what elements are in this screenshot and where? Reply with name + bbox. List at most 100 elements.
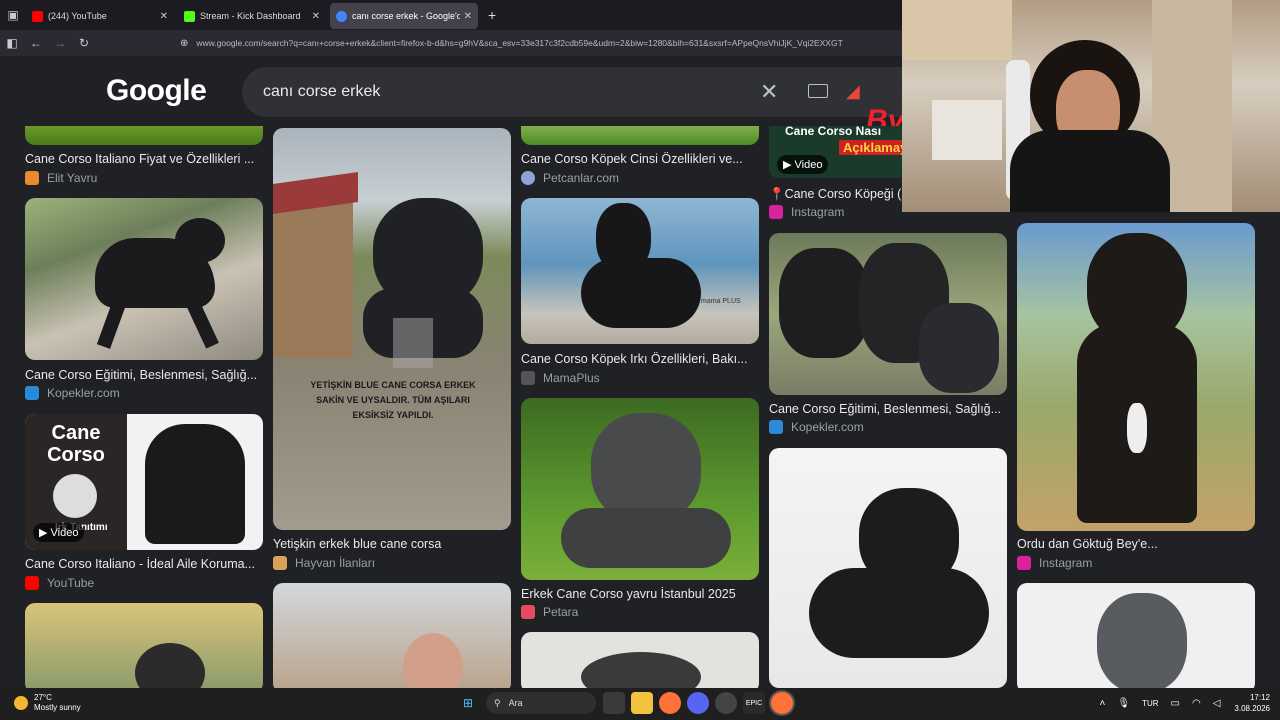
clock[interactable]: 17:12 3.08.2026 [1234, 692, 1270, 714]
source-label: Instagram [1039, 556, 1093, 570]
sun-icon [14, 696, 28, 710]
sidebar-icon[interactable]: ◧ [0, 36, 24, 50]
new-tab-icon[interactable]: + [488, 7, 496, 23]
weather-label: Mostly sunny [34, 703, 81, 712]
source-label: Kopekler.com [47, 386, 120, 400]
source-label: Elit Yavru [47, 171, 98, 185]
site-icon [769, 420, 783, 434]
source-label: MamaPlus [543, 371, 600, 385]
source-label: Petara [543, 605, 579, 619]
result-caption[interactable]: Cane Corso Italiano Fiyat ve Özellikleri… [25, 152, 263, 166]
result-caption[interactable]: Yetişkin erkek blue cane corsa [273, 537, 511, 551]
result-source[interactable]: Instagram [769, 205, 844, 219]
volume-icon[interactable]: ◁ [1213, 698, 1221, 709]
tab-youtube[interactable]: (244) YouTube ✕ [26, 3, 174, 29]
result-image[interactable]: YETİŞKİN BLUE CANE CORSA ERKEK SAKİN VE … [273, 128, 511, 530]
thumb-title: Cane Corso [47, 422, 105, 466]
result-source[interactable]: Petcanlar.com [521, 171, 619, 185]
result-source[interactable]: MamaPlus [521, 371, 600, 385]
result-image[interactable] [25, 603, 263, 688]
keyboard-icon[interactable] [808, 84, 828, 98]
display-icon[interactable]: ▭ [1171, 698, 1180, 709]
result-image[interactable] [25, 198, 263, 360]
app-icon[interactable] [715, 692, 737, 714]
result-source[interactable]: Petara [521, 605, 578, 619]
instagram-icon [769, 205, 783, 219]
result-caption[interactable]: Cane Corso Köpek Irkı Özellikleri, Bakı.… [521, 352, 759, 366]
tab-list-icon[interactable]: ▣ [0, 0, 26, 30]
close-icon[interactable]: ✕ [464, 11, 472, 22]
discord-icon[interactable] [687, 692, 709, 714]
result-caption[interactable]: Cane Corso Eğitimi, Beslenmesi, Sağlığ..… [769, 402, 1007, 416]
chevron-up-icon[interactable]: ˄ [1100, 698, 1106, 709]
watermark: mama PLUS [701, 298, 741, 305]
clear-icon[interactable]: ✕ [760, 79, 778, 105]
tab-title: (244) YouTube [48, 11, 107, 21]
temperature: 27°C [34, 693, 52, 702]
tab-kick[interactable]: Stream - Kick Dashboard ✕ [178, 3, 326, 29]
language-indicator[interactable]: TUR [1142, 699, 1158, 708]
result-image[interactable] [521, 632, 759, 688]
tab-title: Stream - Kick Dashboard [200, 11, 301, 21]
mic-icon[interactable]: 🎙 [1117, 698, 1130, 709]
result-image[interactable]: mama PLUS [521, 198, 759, 344]
result-caption[interactable]: Ordu dan Göktuğ Bey'e... [1017, 537, 1255, 551]
result-source[interactable]: Elit Yavru [25, 171, 97, 185]
lens-icon[interactable]: ◢ [846, 81, 860, 102]
result-image[interactable] [769, 233, 1007, 395]
youtube-icon [32, 10, 43, 22]
result-source[interactable]: Kopekler.com [769, 420, 864, 434]
folder-icon[interactable] [631, 692, 653, 714]
site-icon [521, 371, 535, 385]
source-label: Kopekler.com [791, 420, 864, 434]
back-icon[interactable]: ← [24, 36, 48, 50]
result-source[interactable]: Kopekler.com [25, 386, 120, 400]
tab-title: canı corse erkek - Google'da Ar [352, 11, 460, 21]
close-icon[interactable]: ✕ [160, 11, 168, 22]
wifi-icon[interactable]: ◠ [1192, 698, 1201, 709]
site-icon [521, 171, 535, 185]
result-caption[interactable]: Cane Corso Italiano - İdeal Aile Koruma.… [25, 557, 263, 571]
windows-icon[interactable]: ⊞ [457, 692, 479, 714]
search-label: Ara [508, 698, 523, 708]
source-label: Petcanlar.com [543, 171, 620, 185]
result-image[interactable]: Cane Corso Irk Tanıtımı ▶ Video [25, 414, 263, 550]
youtube-icon [25, 576, 39, 590]
close-icon[interactable]: ✕ [312, 11, 320, 22]
search-input[interactable]: canı corse erkek [263, 83, 380, 101]
tab-google[interactable]: canı corse erkek - Google'da Ar ✕ [330, 3, 478, 29]
url-bar[interactable]: ⊕ www.google.com/search?q=canı+corse+erk… [180, 33, 920, 53]
epic-icon[interactable]: EPIC [743, 692, 765, 714]
system-tray: ˄ 🎙 TUR ▭ ◠ ◁ 17:12 3.08.2026 [1094, 692, 1270, 714]
weather-widget[interactable]: 27°C Mostly sunny [14, 693, 81, 713]
search-box[interactable]: canı corse erkek ✕ ◢ [242, 67, 942, 117]
kick-icon [184, 10, 195, 22]
result-image[interactable] [25, 126, 263, 145]
site-icon [25, 386, 39, 400]
result-source[interactable]: Hayvan İlanları [273, 556, 375, 570]
google-logo[interactable]: Google [106, 74, 207, 108]
result-image[interactable] [1017, 223, 1255, 531]
lock-icon: ⊕ [180, 37, 189, 49]
thumb-sub: Açıklamay [839, 140, 912, 155]
instagram-icon [1017, 556, 1031, 570]
reload-icon[interactable]: ↻ [72, 36, 96, 50]
result-caption[interactable]: Erkek Cane Corso yavru İstanbul 2025 [521, 587, 759, 601]
taskbar: 27°C Mostly sunny ⊞ ⚲ Ara EPIC ˄ 🎙 TUR ▭… [0, 688, 1280, 720]
result-source[interactable]: Instagram [1017, 556, 1092, 570]
result-image[interactable] [769, 448, 1007, 688]
result-image[interactable] [521, 126, 759, 145]
firefox-icon[interactable] [659, 692, 681, 714]
taskbar-search[interactable]: ⚲ Ara [486, 692, 596, 714]
result-image[interactable] [1017, 583, 1255, 688]
result-source[interactable]: YouTube [25, 576, 94, 590]
forward-icon[interactable]: → [48, 36, 72, 50]
firefox-active-icon[interactable] [771, 692, 793, 714]
result-caption[interactable]: Cane Corso Eğitimi, Beslenmesi, Sağlığ..… [25, 368, 263, 382]
result-image[interactable] [521, 398, 759, 580]
taskview-icon[interactable] [603, 692, 625, 714]
result-image[interactable] [273, 583, 511, 688]
thumb-title: Cane Corso Nası [785, 126, 882, 138]
result-caption[interactable]: Cane Corso Köpek Cinsi Özellikleri ve... [521, 152, 759, 166]
date: 3.08.2026 [1234, 704, 1270, 713]
